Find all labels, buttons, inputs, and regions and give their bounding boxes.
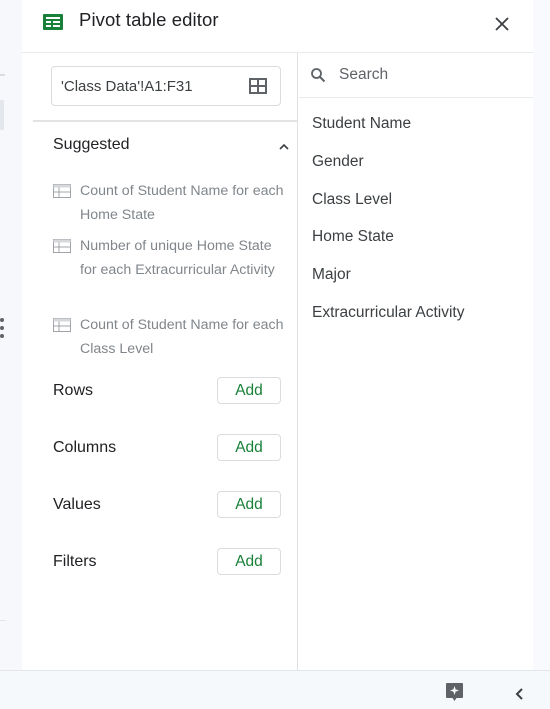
field-item[interactable]: Extracurricular Activity [312,304,464,322]
add-filters-button[interactable]: Add [217,548,281,575]
rows-label: Rows [53,382,94,399]
columns-section: Columns Add [53,434,281,462]
background-fragment [0,620,6,621]
pivot-table-editor-panel: Pivot table editor 'Class Data'!A1:F31 S… [22,0,533,670]
dot [0,334,4,338]
field-item[interactable]: Major [312,266,351,284]
add-rows-button[interactable]: Add [217,377,281,404]
rows-section: Rows Add [53,377,281,405]
background-fragment [0,74,5,76]
divider [33,120,298,122]
close-button[interactable] [488,10,516,38]
field-item[interactable]: Gender [312,153,364,171]
pivot-settings-column: 'Class Data'!A1:F31 Suggested Count of S… [22,53,298,670]
suggestion-label: Count of Student Name for each Class Lev… [80,317,284,357]
dot [0,326,4,330]
suggestion-label: Number of unique Home State for each Ext… [80,238,275,278]
dot [0,318,4,322]
field-search-input[interactable] [339,63,519,87]
sheets-table-icon [43,14,63,30]
add-columns-button[interactable]: Add [217,434,281,461]
explore-icon[interactable] [446,683,463,701]
field-item[interactable]: Class Level [312,191,392,209]
chevron-up-icon[interactable] [277,142,291,152]
values-label: Values [53,496,101,513]
add-values-button[interactable]: Add [217,491,281,518]
data-range-field[interactable]: 'Class Data'!A1:F31 [51,66,281,106]
suggestion-item[interactable]: Number of unique Home State for each Ext… [53,235,288,307]
more-options-handle[interactable] [0,318,6,342]
data-range-value: 'Class Data'!A1:F31 [61,78,193,95]
panel-header: Pivot table editor [22,0,533,53]
suggestion-item[interactable]: Count of Student Name for each Home Stat… [53,180,288,228]
fields-column: Student Name Gender Class Level Home Sta… [299,53,533,670]
suggestion-label: Count of Student Name for each Home Stat… [80,183,284,223]
panel-title: Pivot table editor [79,9,219,30]
chevron-left-icon[interactable] [514,687,524,701]
bottom-bar [0,670,550,709]
columns-label: Columns [53,439,117,456]
field-item[interactable]: Home State [312,228,394,246]
close-icon [495,17,509,31]
pivot-table-icon [53,318,71,332]
suggested-heading: Suggested [53,136,130,153]
field-item[interactable]: Student Name [312,115,411,133]
search-icon [311,68,326,83]
filters-section: Filters Add [53,548,281,576]
grid-select-icon[interactable] [248,77,268,95]
field-search [299,53,533,98]
pivot-table-icon [53,239,71,253]
pivot-table-icon [53,184,71,198]
background-fragment [0,100,4,130]
filters-label: Filters [53,553,97,570]
suggestion-item[interactable]: Count of Student Name for each Class Lev… [53,314,288,362]
values-section: Values Add [53,491,281,519]
